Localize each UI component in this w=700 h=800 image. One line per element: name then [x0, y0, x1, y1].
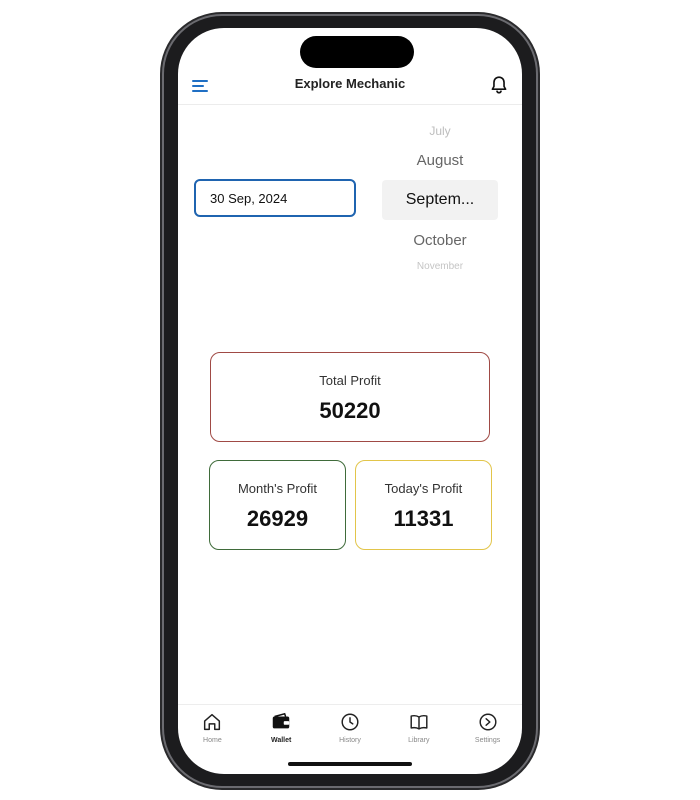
total-profit-card: Total Profit 50220 [210, 352, 490, 442]
book-icon [410, 714, 428, 730]
nav-label: History [339, 737, 361, 744]
month-option[interactable]: August [382, 152, 498, 169]
total-profit-value: 50220 [319, 398, 381, 423]
nav-item-library[interactable]: Library [389, 705, 449, 751]
stage: Explore Mechanic 30 Sep, 2024 July Augus… [0, 0, 700, 800]
today-profit-value: 11331 [393, 506, 454, 531]
nav-item-wallet[interactable]: Wallet [251, 705, 311, 751]
nav-item-history[interactable]: History [320, 705, 380, 751]
nav-label: Library [408, 737, 430, 744]
date-field[interactable]: 30 Sep, 2024 [194, 179, 356, 217]
today-profit-card: Today's Profit 11331 [355, 460, 492, 550]
month-option[interactable]: July [382, 124, 498, 138]
nav-label: Wallet [271, 737, 292, 744]
arrow-circle-icon [479, 713, 497, 731]
nav-item-settings[interactable]: Settings [458, 705, 518, 751]
nav-item-home[interactable]: Home [182, 705, 242, 751]
today-profit-label: Today's Profit [384, 481, 463, 496]
bottom-nav: Home Wallet History Library Settings [178, 704, 522, 751]
month-option[interactable]: November [382, 261, 498, 272]
month-option[interactable]: October [382, 232, 498, 249]
nav-label: Home [203, 737, 222, 744]
nav-label: Settings [474, 737, 501, 744]
month-profit-value: 26929 [246, 506, 309, 531]
home-icon [204, 713, 221, 731]
month-profit-label: Month's Profit [237, 481, 318, 496]
total-profit-label: Total Profit [319, 373, 381, 388]
month-profit-card: Month's Profit 26929 [209, 460, 346, 550]
wallet-icon [272, 712, 290, 729]
dynamic-island [300, 36, 414, 68]
clock-icon [341, 713, 359, 731]
month-picker[interactable]: July August Septem... October November [382, 120, 498, 280]
month-option-selected[interactable]: Septem... [382, 180, 498, 220]
app-title: Explore Mechanic [294, 76, 406, 91]
app-bar: Explore Mechanic [178, 68, 522, 105]
home-indicator[interactable] [288, 762, 412, 766]
bell-icon[interactable] [488, 74, 510, 96]
phone-screen: Explore Mechanic 30 Sep, 2024 July Augus… [178, 28, 522, 774]
date-field-value: 30 Sep, 2024 [210, 190, 288, 206]
